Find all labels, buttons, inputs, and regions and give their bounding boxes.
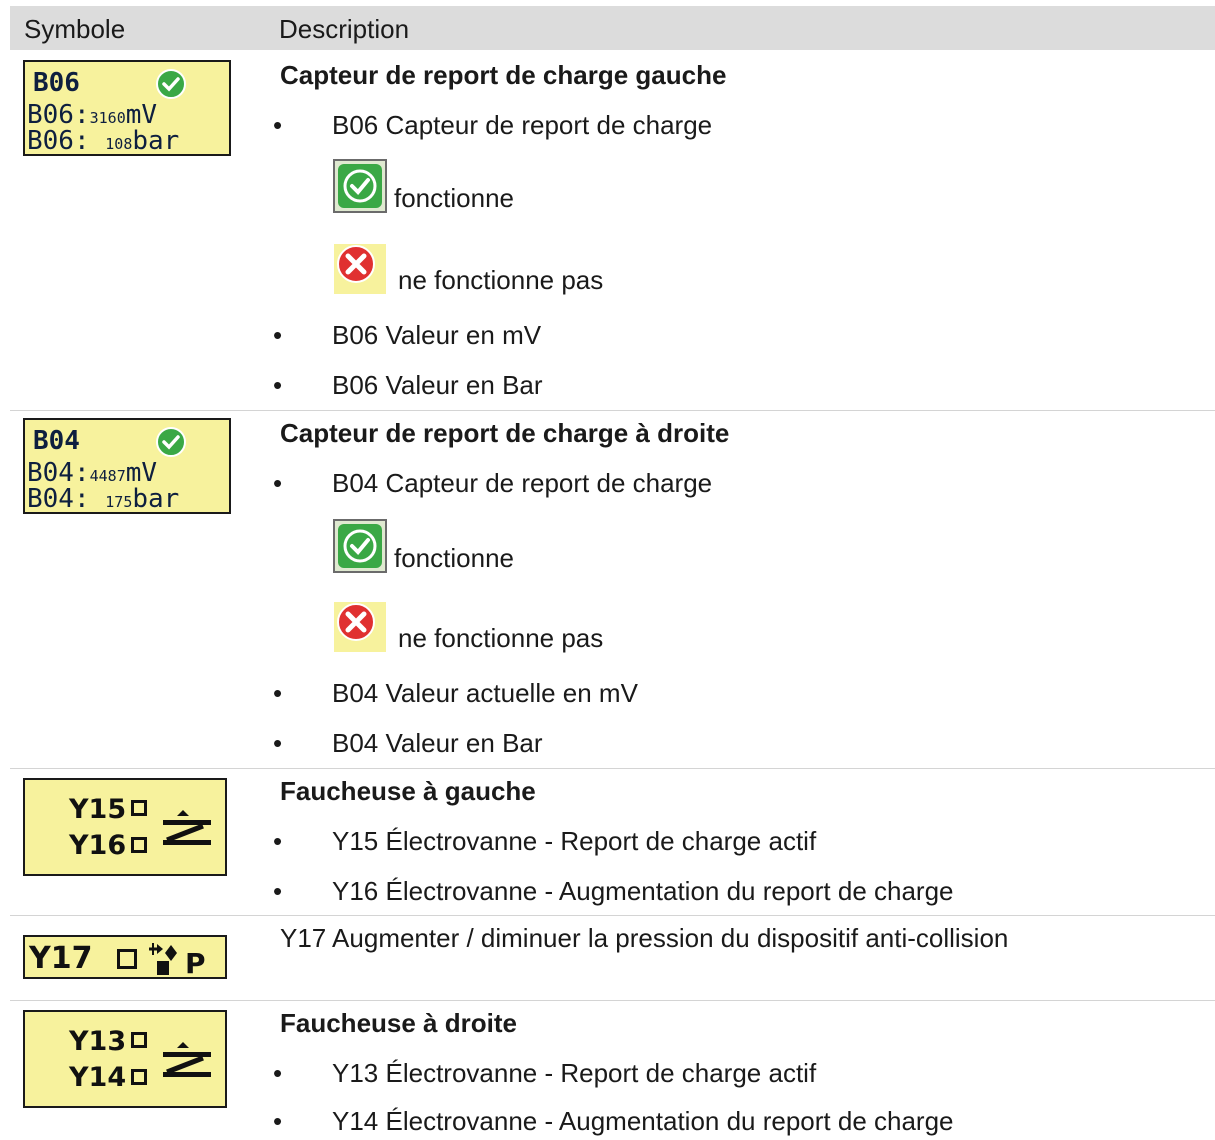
load-transfer-arrow-icon (163, 810, 211, 845)
red-x-icon (334, 602, 386, 652)
valve-label: Y15 (69, 794, 127, 825)
valve-state-box (131, 800, 147, 816)
table-row: Y15 Y16 Faucheuse à gauche • Y15 Électrov… (10, 768, 1215, 916)
status-error-label: ne fonctionne pas (398, 265, 604, 295)
sensor-label: B06 (33, 68, 80, 98)
green-check-icon (333, 519, 387, 573)
sensor-bar-line: B06: 108bar (27, 126, 180, 156)
status-ok-label: fonctionne (394, 543, 514, 573)
sensor-bar-line: B04: 175bar (27, 484, 180, 514)
table-row: B06 B06:3160mV B06: 108bar Capteur de re… (10, 52, 1215, 408)
pressure-letter: P (185, 947, 206, 977)
valve-label: Y13 (69, 1026, 127, 1057)
row-text: Y17 Augmenter / diminuer la pression du … (280, 923, 1009, 953)
valve-label: Y16 (69, 830, 127, 861)
load-transfer-arrow-icon (163, 1042, 211, 1077)
status-ok: fonctionne (332, 158, 514, 214)
green-check-icon (156, 69, 186, 99)
sensor-display-b06: B06 B06:3160mV B06: 108bar (23, 60, 231, 156)
sensor-display-b04: B04 B04:4487mV B04: 175bar (23, 418, 231, 514)
table-row: Y13 Y14 Faucheuse à droite • Y13 Électrov… (10, 1000, 1215, 1140)
valve-display-y13-y14: Y13 Y14 (23, 1010, 227, 1108)
row-title: Faucheuse à gauche (280, 776, 536, 806)
collision-pressure-icon: P (149, 943, 206, 977)
green-check-icon (156, 427, 186, 457)
status-ok: fonctionne (332, 518, 514, 574)
valve-label: Y14 (69, 1062, 127, 1093)
green-check-icon (333, 159, 387, 213)
sensor-label: B04 (33, 426, 80, 456)
valve-state-box (131, 1032, 147, 1048)
valve-state-box (131, 1069, 147, 1085)
valve-state-box (131, 837, 147, 853)
table-row: B04 B04:4487mV B04: 175bar Capteur de re… (10, 410, 1215, 770)
status-error-label: ne fonctionne pas (398, 623, 604, 653)
valve-display-y15-y16: Y15 Y16 (23, 778, 227, 876)
row-title: Faucheuse à droite (280, 1008, 517, 1038)
row-title: Capteur de report de charge gauche (280, 60, 727, 90)
table-row: Y17 P Y17 Augmenter / diminuer la pressi… (10, 915, 1215, 1001)
table-header: Symbole Description (10, 6, 1215, 50)
status-ok-label: fonctionne (394, 183, 514, 213)
header-description: Description (279, 14, 410, 44)
valve-label: Y17 (29, 941, 93, 976)
row-title: Capteur de report de charge à droite (280, 418, 730, 448)
red-x-icon (334, 244, 386, 294)
valve-display-y17: Y17 P (23, 935, 227, 979)
header-symbol: Symbole (24, 14, 126, 44)
status-error: ne fonctionne pas (332, 598, 603, 654)
status-error: ne fonctionne pas (332, 240, 603, 296)
valve-state-box (117, 949, 137, 969)
